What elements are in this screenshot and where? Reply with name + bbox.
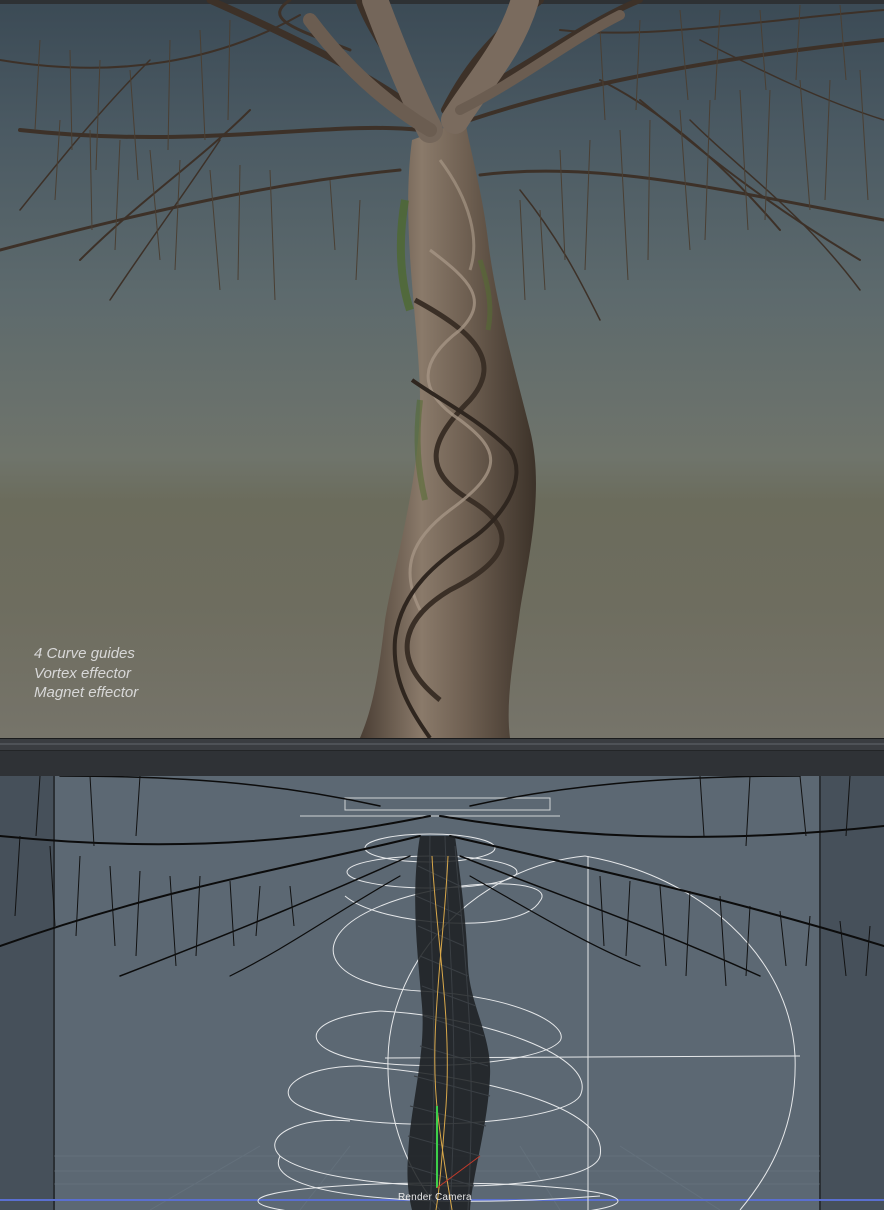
viewport-scene xyxy=(0,776,884,1210)
camera-frame-guides xyxy=(300,797,560,817)
right-outer-panel xyxy=(820,776,884,1210)
splitter-groove xyxy=(0,743,884,745)
tree-trunk xyxy=(360,120,536,738)
render-annotation-notes: 4 Curve guides Vortex effector Magnet ef… xyxy=(34,644,138,703)
note-curve-guides: 4 Curve guides xyxy=(34,645,135,662)
app-window: 4 Curve guides Vortex effector Magnet ef… xyxy=(0,0,884,1210)
trunk-wireframe-mesh xyxy=(407,835,491,1210)
viewport-3d[interactable] xyxy=(0,776,884,1210)
note-vortex-effector: Vortex effector xyxy=(34,664,131,682)
note-magnet-effector: Magnet effector xyxy=(34,684,139,701)
tree-forks xyxy=(303,0,625,143)
tree-render-image xyxy=(0,0,884,738)
viewport-toolbar xyxy=(0,750,884,777)
left-outer-panel xyxy=(0,776,54,1210)
render-viewport[interactable]: 4 Curve guides Vortex effector Magnet ef… xyxy=(0,0,884,738)
camera-label: Render Camera xyxy=(398,1192,472,1203)
